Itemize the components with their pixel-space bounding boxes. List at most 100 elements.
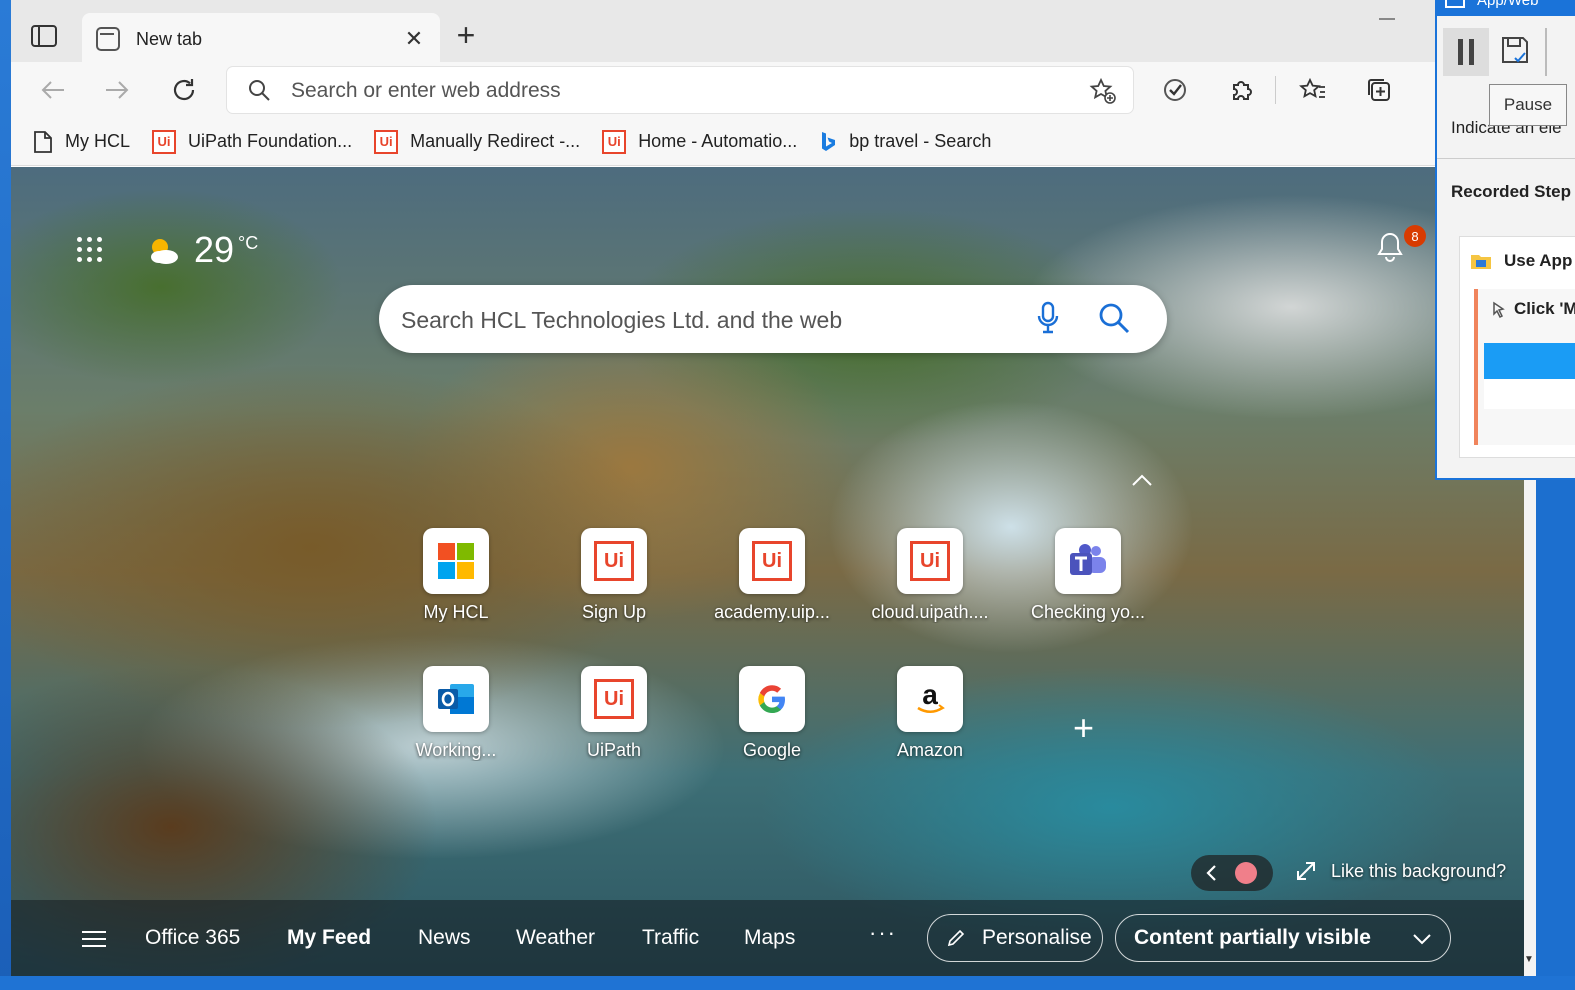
quick-link-teams[interactable]: Checking yo... xyxy=(1028,528,1148,623)
quick-link-google[interactable]: Google xyxy=(712,666,832,761)
temperature: 29 xyxy=(194,229,235,270)
tab-title: New tab xyxy=(136,28,203,49)
checkmark-shield-icon xyxy=(1164,79,1186,101)
use-app-step-header: Use App xyxy=(1470,251,1572,271)
feed-tab-maps[interactable]: Maps xyxy=(744,926,795,950)
content-visibility-label: Content partially visible xyxy=(1134,926,1371,949)
personalise-button[interactable]: Personalise xyxy=(927,914,1103,962)
like-background-link[interactable]: Like this background? xyxy=(1295,860,1506,882)
personalise-label: Personalise xyxy=(982,926,1092,949)
weather-widget[interactable]: 29 °C xyxy=(146,229,258,271)
scroll-down-arrow-icon[interactable]: ▼ xyxy=(1524,954,1535,968)
quick-link-my-hcl[interactable]: My HCL xyxy=(396,528,516,623)
add-site-icon[interactable]: + xyxy=(1073,707,1094,749)
scrollbar-track[interactable] xyxy=(1524,480,1536,976)
web-search-box[interactable]: Search HCL Technologies Ltd. and the web xyxy=(379,285,1167,353)
address-bar[interactable]: Search or enter web address xyxy=(227,67,1133,113)
microsoft-icon xyxy=(438,543,474,579)
quick-link-label: Google xyxy=(742,740,802,760)
pencil-icon xyxy=(947,929,965,947)
collections-button[interactable] xyxy=(1363,74,1395,106)
content-visibility-dropdown[interactable]: Content partially visible xyxy=(1115,914,1451,962)
quick-link-outlook[interactable]: Working... xyxy=(396,666,516,761)
favorites-bar: My HCL Ui UiPath Foundation... Ui Manual… xyxy=(11,118,1535,166)
hamburger-menu-icon[interactable] xyxy=(81,930,107,948)
uipath-icon: Ui xyxy=(594,541,634,581)
bell-icon xyxy=(1377,232,1403,262)
quick-link-label: Working... xyxy=(415,740,497,760)
click-step-label: Click 'M xyxy=(1514,299,1575,318)
refresh-button[interactable] xyxy=(166,72,202,108)
minimize-button[interactable] xyxy=(1379,18,1395,20)
use-app-step-label: Use App xyxy=(1504,251,1573,270)
notifications-button[interactable] xyxy=(1375,231,1405,268)
feed-tab-traffic[interactable]: Traffic xyxy=(642,926,699,950)
quick-link-label: Sign Up xyxy=(581,602,647,622)
microphone-icon[interactable] xyxy=(1035,301,1061,340)
web-search-placeholder: Search HCL Technologies Ltd. and the web xyxy=(401,307,843,333)
amazon-icon: a xyxy=(917,680,945,714)
extensions-button[interactable] xyxy=(1225,74,1257,106)
recorder-title: App/Web xyxy=(1477,0,1539,9)
uipath-icon: Ui xyxy=(374,129,399,154)
more-options-icon[interactable]: ··· xyxy=(869,920,897,946)
recorder-separator xyxy=(1545,28,1547,76)
feed-tab-weather[interactable]: Weather xyxy=(516,926,595,950)
quick-link-uipath[interactable]: Ui UiPath xyxy=(554,666,674,761)
search-submit-icon[interactable] xyxy=(1097,301,1131,340)
save-button[interactable] xyxy=(1499,34,1531,71)
forward-arrow-icon xyxy=(106,81,129,99)
quick-link-amazon[interactable]: a Amazon xyxy=(870,666,990,761)
feed-navigation-bar: Office 365 My Feed News Weather Traffic … xyxy=(11,900,1535,976)
favorites-star-icon xyxy=(1299,77,1325,98)
uipath-icon: Ui xyxy=(602,129,627,154)
tab-actions-button[interactable] xyxy=(31,25,61,51)
feed-tab-news[interactable]: News xyxy=(418,926,471,950)
page-icon xyxy=(34,130,52,153)
bookmark-label: Manually Redirect -... xyxy=(410,131,581,151)
add-favorite-icon[interactable] xyxy=(1089,77,1117,110)
forward-button[interactable] xyxy=(99,72,135,108)
background-character-icon xyxy=(1235,862,1257,884)
collapse-chevron-icon[interactable] xyxy=(1131,473,1153,492)
recorder-window-icon xyxy=(1445,0,1465,8)
bookmark-label: bp travel - Search xyxy=(849,131,992,151)
chevron-left-icon[interactable] xyxy=(1205,864,1217,882)
recorded-steps-heading: Recorded Step xyxy=(1451,182,1571,201)
quick-link-label: academy.uip... xyxy=(714,602,830,622)
close-tab-icon[interactable]: ✕ xyxy=(402,26,426,52)
folder-app-icon xyxy=(1471,255,1491,269)
app-launcher-icon[interactable] xyxy=(77,237,102,262)
new-tab-page: 29 °C 8 Search HCL Technologies Ltd. and… xyxy=(11,167,1535,976)
quick-link-cloud-uipath[interactable]: Ui cloud.uipath.... xyxy=(870,528,990,623)
bookmark-label: Home - Automatio... xyxy=(638,131,798,151)
browser-window: New tab ✕ + Search or enter web address xyxy=(11,0,1535,976)
feed-tab-office-365[interactable]: Office 365 xyxy=(145,926,240,950)
pause-button[interactable] xyxy=(1443,28,1489,76)
notification-badge: 8 xyxy=(1404,225,1426,247)
collections-icon xyxy=(1368,79,1390,101)
click-step[interactable]: Click 'M xyxy=(1474,289,1575,445)
puzzle-icon xyxy=(1233,81,1252,100)
quick-link-sign-up[interactable]: Ui Sign Up xyxy=(554,528,674,623)
toolbar-separator xyxy=(1275,76,1276,104)
browser-essentials-button[interactable] xyxy=(1159,74,1191,106)
feed-tab-my-feed[interactable]: My Feed xyxy=(287,926,371,950)
back-button[interactable] xyxy=(35,72,71,108)
bookmark-my-hcl[interactable]: My HCL xyxy=(33,130,130,154)
background-switcher[interactable] xyxy=(1191,855,1273,891)
bookmark-manually-redirect[interactable]: Ui Manually Redirect -... xyxy=(374,129,581,154)
favorites-button[interactable] xyxy=(1297,74,1329,106)
bookmark-home-automation[interactable]: Ui Home - Automatio... xyxy=(602,129,798,154)
pause-tooltip: Pause xyxy=(1489,84,1567,126)
tab-new-tab[interactable]: New tab ✕ xyxy=(82,13,440,65)
new-tab-button[interactable]: + xyxy=(451,19,481,52)
refresh-icon xyxy=(173,79,195,101)
use-app-step[interactable]: Use App Click 'M xyxy=(1459,236,1575,458)
uipath-icon: Ui xyxy=(910,541,950,581)
quick-link-academy-uipath[interactable]: Ui academy.uip... xyxy=(712,528,832,623)
bookmark-uipath-foundation[interactable]: Ui UiPath Foundation... xyxy=(152,129,352,154)
taskbar-edge xyxy=(0,976,1575,990)
recorder-divider xyxy=(1437,158,1575,159)
bookmark-bp-travel[interactable]: bp travel - Search xyxy=(819,130,991,154)
